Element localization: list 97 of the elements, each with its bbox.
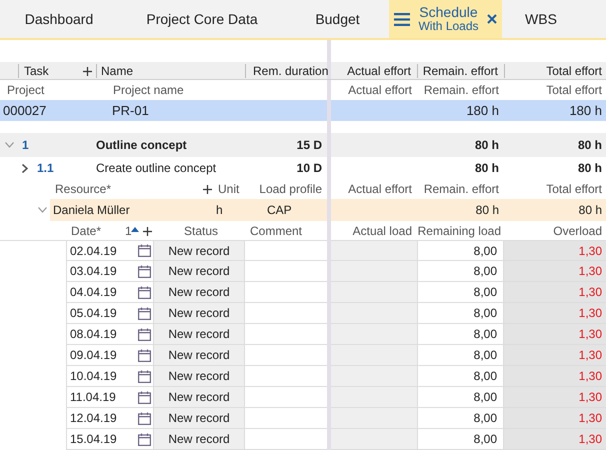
date-field[interactable]: 02.04.19 (66, 241, 154, 261)
tab[interactable]: Dashboard (0, 0, 118, 38)
calendar-icon[interactable] (138, 348, 151, 362)
calendar-icon[interactable] (138, 244, 151, 257)
table-cell: New record (154, 261, 245, 282)
table-cell: 10 D (296, 161, 322, 175)
tab[interactable]: WBS (502, 0, 580, 38)
table-cell: 1,30 (504, 282, 606, 303)
field-label: Remain. effort (424, 83, 499, 97)
table-cell: 8,00 (418, 345, 504, 366)
calendar-icon[interactable] (138, 432, 151, 446)
task-number: 1.1 (37, 161, 54, 175)
table-cell: 80 h (474, 161, 499, 175)
table-cell: New record (154, 366, 245, 387)
table-cell: 1,30 (504, 324, 606, 345)
column-header: Total effort (546, 182, 602, 196)
tab[interactable]: Schedule With Loads (389, 0, 502, 38)
tab[interactable]: Budget (286, 0, 389, 38)
table-cell: 8,00 (418, 241, 504, 261)
table-cell: 1,30 (504, 366, 606, 387)
add-icon[interactable] (83, 67, 92, 76)
chevron-right-icon[interactable] (22, 164, 28, 173)
table-cell: New record (154, 408, 245, 429)
table-cell: 8,00 (418, 261, 504, 282)
calendar-icon[interactable] (138, 370, 151, 382)
column-header: Remaining load (418, 224, 501, 238)
table-cell: 8,00 (418, 282, 504, 303)
column-header: Date* (71, 224, 102, 238)
table-cell: 1,30 (504, 303, 606, 324)
calendar-icon[interactable] (138, 306, 151, 320)
column-header: Actual effort (348, 182, 412, 196)
column-header: Total effort (546, 64, 602, 78)
column-header: Load profile (259, 182, 322, 196)
table-cell: 8,00 (418, 387, 504, 408)
close-icon[interactable] (486, 14, 497, 24)
table-cell: New record (154, 241, 245, 261)
resource-name: Daniela Müller (53, 203, 130, 217)
table-cell: 000027 (3, 103, 46, 118)
date-field[interactable]: 15.04.19 (66, 429, 154, 450)
column-header: Remain. effort (424, 182, 499, 196)
column-header: Actual load (352, 224, 412, 238)
table-cell: 1,30 (504, 387, 606, 408)
table-cell: 8,00 (418, 408, 504, 429)
column-header[interactable]: Name (96, 64, 134, 78)
column-header: Status (184, 224, 218, 238)
table-cell: New record (154, 324, 245, 345)
task-name: Create outline concept (96, 161, 216, 175)
table-cell: 1,30 (504, 345, 606, 366)
column-header: Resource* (55, 182, 112, 196)
table-cell: 8,00 (418, 429, 504, 450)
table-cell: 8,00 (418, 324, 504, 345)
column-header: Unit (218, 182, 240, 196)
sort-ascending-icon[interactable] (131, 227, 139, 232)
calendar-icon[interactable] (138, 286, 151, 298)
table-cell: 180 h (569, 103, 602, 118)
add-icon[interactable] (143, 227, 152, 236)
calendar-icon[interactable] (138, 412, 151, 424)
table-cell: 1,30 (504, 241, 606, 261)
calendar-icon[interactable] (138, 328, 151, 340)
table-cell: New record (154, 429, 245, 450)
column-header: Comment (250, 224, 302, 238)
column-header: Remain. effort (422, 64, 498, 78)
table-cell: 1,30 (504, 408, 606, 429)
column-header[interactable]: Task (18, 64, 49, 78)
table-cell: 15 D (296, 138, 322, 152)
table-cell: 80 h (476, 203, 499, 217)
table-cell: 80 h (578, 138, 602, 152)
table-cell: 180 h (466, 103, 499, 118)
table-cell: New record (154, 303, 245, 324)
table-cell: 80 h (578, 161, 602, 175)
field-label: Project (7, 83, 44, 97)
table-cell: 80 h (474, 138, 499, 152)
sort-index: 1 (125, 224, 132, 238)
menu-icon[interactable] (394, 12, 410, 26)
tab[interactable]: Project Core Data (118, 0, 286, 38)
field-label: Total effort (546, 83, 602, 97)
column-header: Actual effort (347, 64, 411, 78)
column-header: Overload (553, 224, 602, 238)
table-cell: 8,00 (418, 303, 504, 324)
table-cell: New record (154, 282, 245, 303)
table-cell: PR-01 (112, 103, 149, 118)
table-cell: 1,30 (504, 429, 606, 450)
task-number: 1 (22, 138, 29, 152)
table-cell: New record (154, 387, 245, 408)
field-label: Project name (113, 83, 184, 97)
calendar-icon[interactable] (138, 264, 151, 278)
table-cell: 1,30 (504, 261, 606, 282)
table-cell: 80 h (578, 203, 602, 217)
task-name: Outline concept (96, 138, 187, 152)
add-icon[interactable] (203, 185, 212, 194)
table-cell: New record (154, 345, 245, 366)
calendar-icon[interactable] (138, 390, 151, 404)
chevron-down-icon[interactable] (38, 207, 47, 213)
table-cell: h (216, 203, 223, 217)
table-cell: 8,00 (418, 366, 504, 387)
field-label: Actual effort (348, 83, 412, 97)
table-cell: CAP (267, 203, 292, 217)
